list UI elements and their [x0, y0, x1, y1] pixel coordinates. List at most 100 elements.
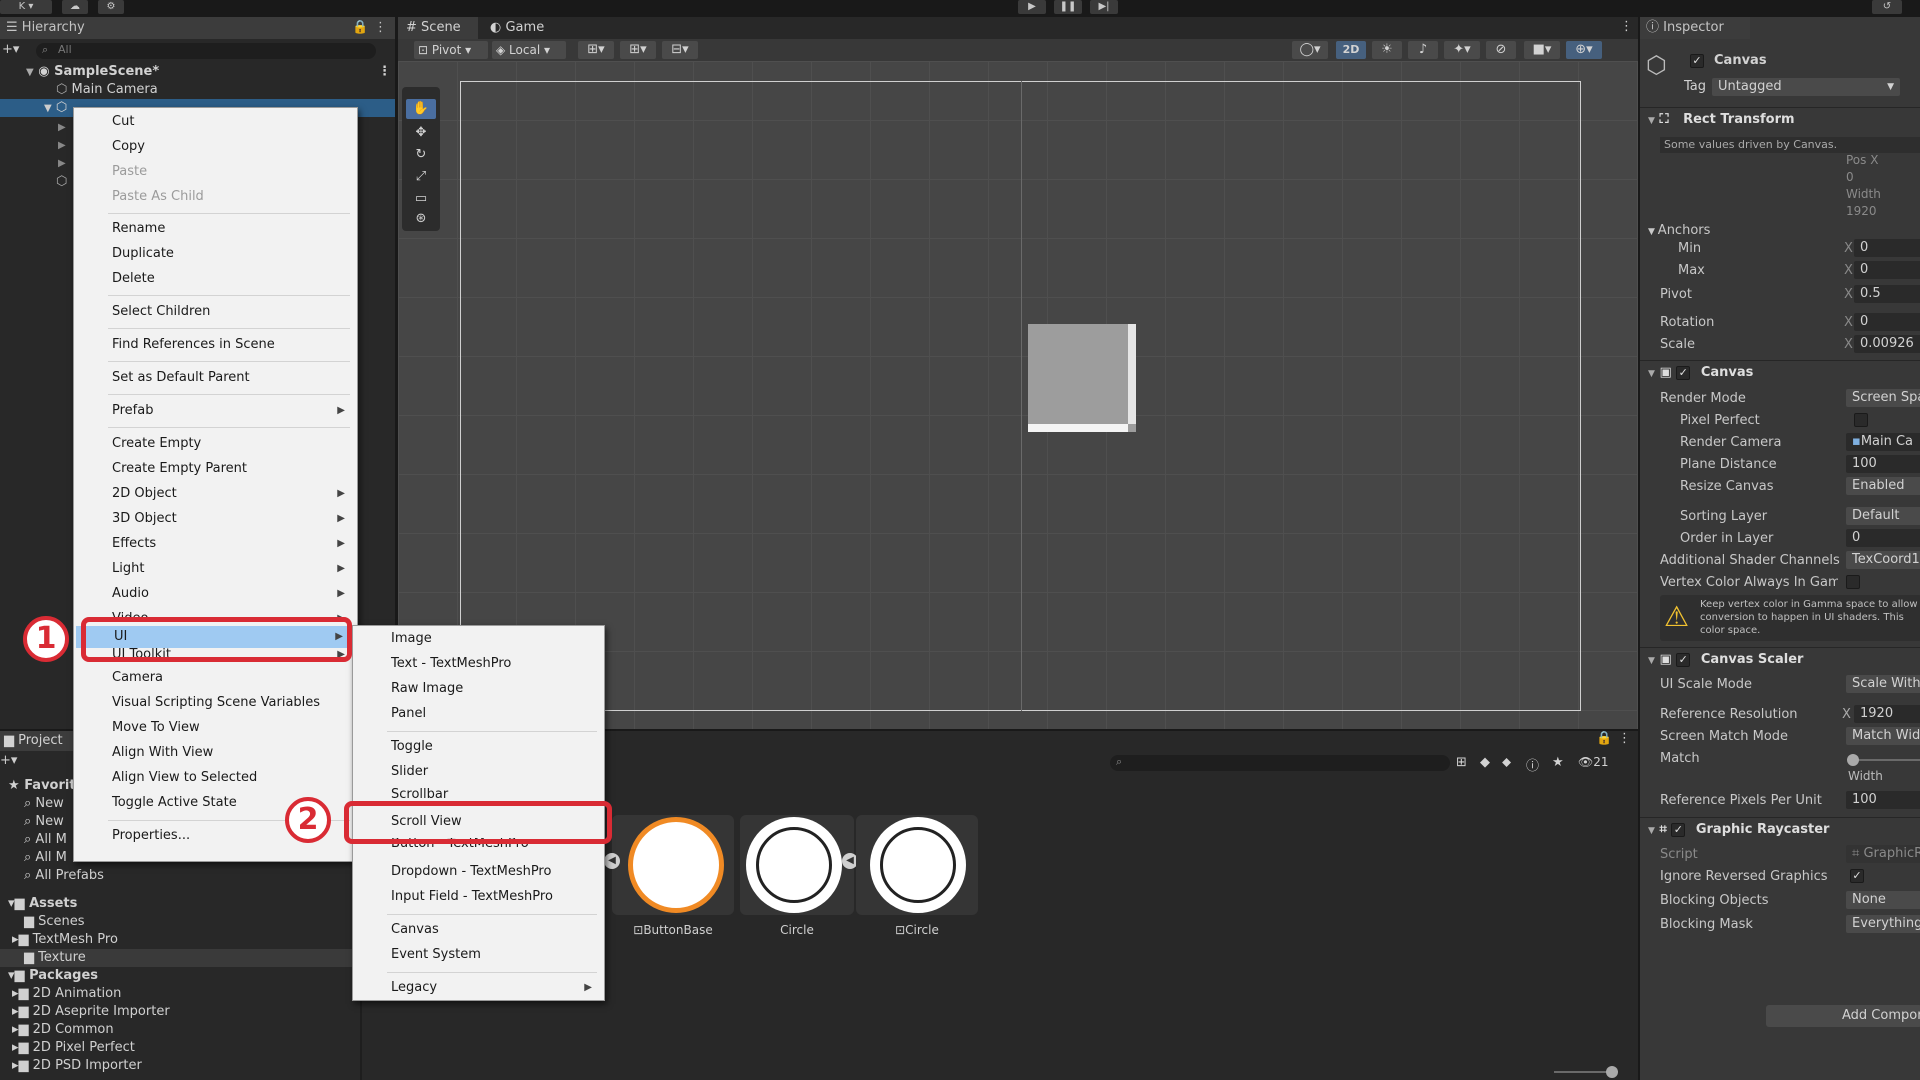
screen-match-mode-dropdown[interactable]: Match Widt: [1846, 727, 1920, 745]
play-button[interactable]: ▶: [1018, 0, 1046, 14]
asset-thumbnail[interactable]: [612, 815, 734, 915]
effects-icon[interactable]: ✦▾: [1444, 41, 1480, 59]
collab-icon[interactable]: ⚙: [98, 0, 124, 14]
project-more-icon[interactable]: ⋮: [1618, 731, 1631, 746]
rect-tool-icon[interactable]: ▭: [406, 189, 436, 209]
hidden-objects-icon[interactable]: ⊘: [1486, 41, 1516, 59]
sorting-layer-dropdown[interactable]: Default: [1846, 507, 1920, 525]
move-tool-icon[interactable]: ✥: [406, 123, 436, 143]
menu-item-create-empty-parent[interactable]: Create Empty Parent: [74, 458, 357, 480]
raycaster-enabled-checkbox[interactable]: ✓: [1671, 822, 1686, 837]
assets-header[interactable]: ▾▆ Assets: [8, 895, 77, 913]
add-component-button[interactable]: Add Compon: [1766, 1005, 1920, 1027]
shading-mode-icon[interactable]: ◯▾: [1292, 41, 1328, 59]
menu-item-prefab[interactable]: Prefab ▶: [74, 400, 357, 422]
anchor-max-x-field[interactable]: 0: [1854, 261, 1920, 279]
expand-arrow-icon[interactable]: ▼: [44, 103, 52, 114]
pixels-per-unit-field[interactable]: 100: [1846, 791, 1920, 809]
lighting-icon[interactable]: ☀: [1372, 41, 1402, 59]
transform-tool-icon[interactable]: ⊛: [406, 209, 436, 229]
ignore-reversed-checkbox[interactable]: ✓: [1850, 868, 1864, 883]
2d-toggle-button[interactable]: 2D: [1336, 41, 1366, 59]
order-in-layer-field[interactable]: 0: [1846, 529, 1920, 547]
favorite-star-icon[interactable]: ★: [1552, 755, 1564, 770]
asset-thumbnail[interactable]: [740, 815, 854, 915]
camera-icon[interactable]: ■▾: [1524, 41, 1560, 59]
info-icon[interactable]: ⓘ: [1526, 755, 1539, 774]
submenu-item-input-field-tmp[interactable]: Input Field - TextMeshPro: [353, 886, 604, 908]
filter-type-icon[interactable]: ⊞: [1456, 755, 1467, 770]
project-lock-icon[interactable]: 🔒: [1596, 731, 1612, 746]
expand-arrow-icon[interactable]: ▼: [26, 67, 34, 78]
favorite-item[interactable]: ⌕ All M: [24, 831, 67, 849]
filter-label-icon[interactable]: ◆: [1480, 755, 1490, 770]
menu-item-2d-object[interactable]: 2D Object ▶: [74, 483, 357, 505]
snap-icon[interactable]: ⊞▾: [578, 41, 614, 59]
render-mode-dropdown[interactable]: Screen Spa: [1846, 389, 1920, 407]
pause-button[interactable]: ❚❚: [1054, 0, 1082, 14]
scale-x-field[interactable]: 0.00926: [1854, 335, 1920, 353]
menu-item-move-to-view[interactable]: Move To View: [74, 717, 357, 739]
canvas-component-header[interactable]: ▼ ▣ ✓ Canvas: [1640, 360, 1920, 384]
menu-item-3d-object[interactable]: 3D Object ▶: [74, 508, 357, 530]
object-name[interactable]: Canvas: [1714, 53, 1767, 68]
collapse-arrow-icon[interactable]: ◀: [604, 853, 620, 869]
account-dropdown[interactable]: K ▾: [0, 0, 52, 14]
menu-item-camera[interactable]: Camera: [74, 667, 357, 689]
menu-item-light[interactable]: Light ▶: [74, 558, 357, 580]
increment-snap-icon[interactable]: ⊟▾: [662, 41, 698, 59]
submenu-item-canvas[interactable]: Canvas: [353, 919, 604, 941]
anchor-min-x-field[interactable]: 0: [1854, 239, 1920, 257]
submenu-item-scrollbar[interactable]: Scrollbar: [353, 784, 604, 798]
rect-transform-header[interactable]: ▼ ⛶ Rect Transform: [1640, 107, 1920, 131]
tab-scene[interactable]: # Scene: [398, 17, 478, 39]
hand-tool-icon[interactable]: ✋: [406, 99, 436, 119]
menu-item-visual-scripting[interactable]: Visual Scripting Scene Variables: [74, 692, 357, 714]
packages-header[interactable]: ▾▆ Packages: [8, 967, 98, 985]
grid-snap-icon[interactable]: ⊞▾: [620, 41, 656, 59]
blocking-mask-dropdown[interactable]: Everything: [1846, 915, 1920, 933]
scene-row[interactable]: ▼ ◉ SampleScene* ⋮: [0, 63, 395, 81]
submenu-item-toggle[interactable]: Toggle: [353, 736, 604, 758]
add-icon[interactable]: +▾: [2, 42, 19, 57]
hierarchy-tab[interactable]: ☰ Hierarchy 🔒 ⋮: [0, 17, 395, 39]
scale-tool-icon[interactable]: ⤢: [406, 167, 436, 187]
menu-item-rename[interactable]: Rename: [74, 218, 357, 240]
match-slider[interactable]: [1850, 759, 1920, 761]
resize-canvas-dropdown[interactable]: Enabled: [1846, 477, 1920, 495]
menu-item-align-view-to-selected[interactable]: Align View to Selected: [74, 767, 357, 789]
vertex-color-checkbox[interactable]: [1846, 574, 1860, 589]
project-tab[interactable]: ▆ Project: [0, 731, 80, 751]
pivot-dropdown[interactable]: ⊡ Pivot ▾: [414, 41, 488, 59]
lock-icon[interactable]: 🔒: [352, 17, 368, 39]
add-asset-icon[interactable]: +▾: [0, 753, 17, 768]
project-search-field[interactable]: ⌕: [1110, 755, 1450, 771]
match-slider-thumb[interactable]: [1847, 754, 1859, 766]
pivot-x-field[interactable]: 0.5: [1854, 285, 1920, 303]
favorite-item[interactable]: ⌕ New: [24, 795, 64, 813]
canvas-scaler-enabled-checkbox[interactable]: ✓: [1676, 652, 1691, 667]
tag-icon[interactable]: ⬥: [1502, 755, 1511, 770]
menu-item-set-default-parent[interactable]: Set as Default Parent: [74, 367, 357, 389]
local-dropdown[interactable]: ◈ Local ▾: [492, 41, 566, 59]
submenu-item-image[interactable]: Image: [353, 628, 604, 650]
menu-item-find-references[interactable]: Find References in Scene: [74, 334, 357, 356]
graphic-raycaster-header[interactable]: ▼ ⌗ ✓ Graphic Raycaster: [1640, 817, 1920, 841]
menu-item-cut[interactable]: Cut: [74, 111, 357, 133]
menu-item-create-empty[interactable]: Create Empty: [74, 433, 357, 455]
asset-folder-selected[interactable]: ▆ Texture: [0, 949, 352, 967]
menu-item-duplicate[interactable]: Duplicate: [74, 243, 357, 265]
ui-scale-mode-dropdown[interactable]: Scale With: [1846, 675, 1920, 693]
favorite-item[interactable]: ⌕ All M: [24, 849, 67, 867]
asset-thumbnail[interactable]: [856, 815, 978, 915]
canvas-enabled-checkbox[interactable]: ✓: [1676, 365, 1691, 380]
menu-item-copy[interactable]: Copy: [74, 136, 357, 158]
cloud-icon[interactable]: ☁: [62, 0, 88, 14]
package-item[interactable]: ▸▆ 2D PSD Importer: [12, 1057, 142, 1075]
gizmos-icon[interactable]: ⊕▾: [1566, 41, 1602, 59]
hierarchy-search-field[interactable]: ⌕ All: [36, 43, 376, 59]
asset-folder[interactable]: ▸▆ TextMesh Pro: [12, 931, 118, 949]
menu-item-align-with-view[interactable]: Align With View: [74, 742, 357, 764]
step-button[interactable]: ▶|: [1090, 0, 1118, 14]
tab-game[interactable]: ◐ Game: [482, 17, 562, 39]
